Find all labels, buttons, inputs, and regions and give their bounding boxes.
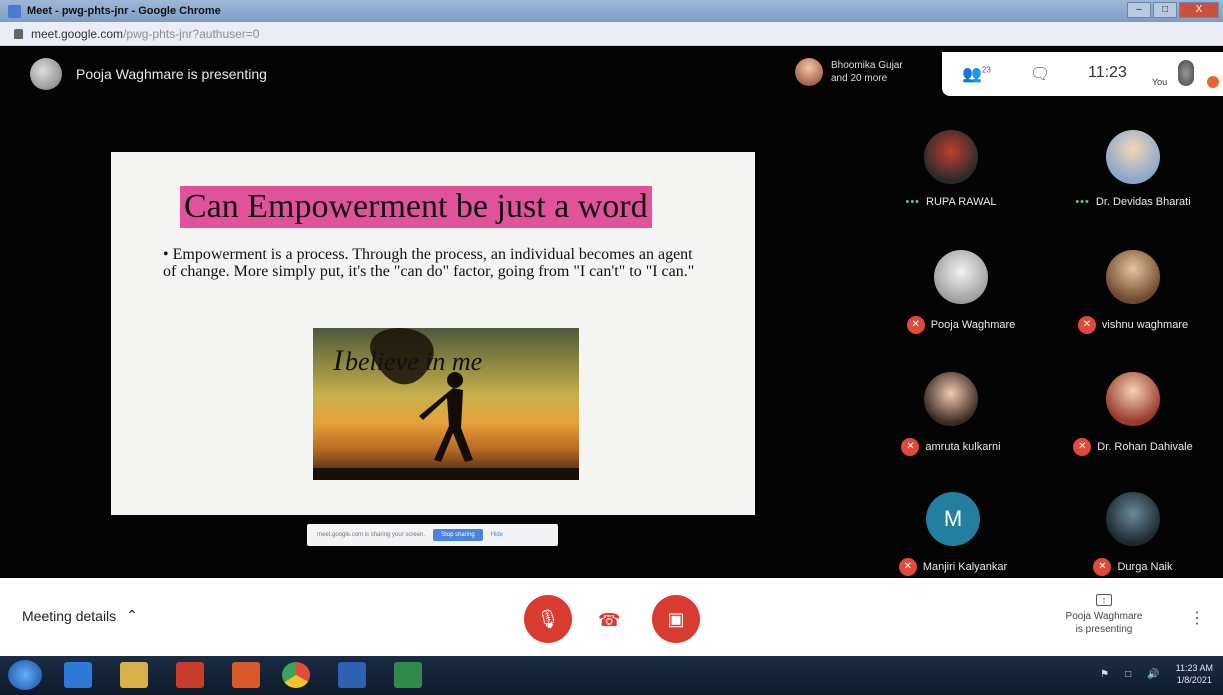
taskbar-clock[interactable]: 11:23 AM 1/8/2021	[1176, 662, 1213, 686]
camera-toggle-button[interactable]: ▣	[652, 595, 700, 643]
meeting-time: 11:23	[1088, 64, 1127, 81]
mic-off-icon: ✕	[898, 558, 917, 576]
phone-hangup-icon: ☎	[598, 610, 621, 630]
window-controls: – □ X	[1127, 2, 1219, 18]
presenting-status[interactable]: ↑ Pooja Waghmare is presenting	[1044, 594, 1164, 636]
top-right-panel: 👥23 🗨 11:23 You	[942, 52, 1223, 96]
slide-title: Can Empowerment be just a word	[180, 186, 652, 228]
word-icon[interactable]	[338, 662, 366, 688]
meeting-details-button[interactable]: Meeting details ⌃	[22, 607, 138, 624]
close-window-button[interactable]: X	[1179, 2, 1219, 18]
windows-taskbar: ⚑ □ 🔊 11:23 AM 1/8/2021	[0, 656, 1223, 695]
participant-name: Pooja Waghmare	[930, 319, 1016, 331]
volume-icon[interactable]: 🔊	[1147, 669, 1159, 680]
mic-off-icon: ✕	[906, 316, 925, 334]
maximize-button[interactable]: □	[1153, 2, 1177, 18]
powerpoint-icon[interactable]	[232, 662, 260, 688]
participant-name: vishnu waghmare	[1101, 319, 1189, 331]
you-label: You	[1152, 77, 1168, 87]
screen-share-bar: meet.google.com is sharing your screen. …	[307, 524, 558, 546]
window-title: Meet - pwg-phts-jnr - Google Chrome	[27, 5, 221, 17]
hide-share-bar-button[interactable]: Hide	[491, 532, 503, 538]
participant-name: Durga Naik	[1117, 561, 1173, 573]
internet-explorer-icon[interactable]	[64, 662, 92, 688]
chat-icon[interactable]: 🗨	[1030, 64, 1050, 84]
lock-icon	[14, 28, 23, 39]
start-button-icon[interactable]	[8, 660, 42, 690]
participant-initial-avatar: M	[926, 492, 980, 546]
participant-tile[interactable]: ✕ amruta kulkarni	[876, 372, 1026, 456]
participant-avatar	[924, 372, 978, 426]
excel-icon[interactable]	[394, 662, 422, 688]
self-view-thumbnail[interactable]	[1178, 60, 1194, 86]
minimize-button[interactable]: –	[1127, 2, 1151, 18]
participant-tile[interactable]: M ✕ Manjiri Kalyankar	[878, 492, 1028, 576]
notification-badge	[1207, 76, 1219, 88]
slide-image-caption: Ibelieve in me	[333, 344, 483, 377]
participant-avatar	[1106, 492, 1160, 546]
screen: Meet - pwg-phts-jnr - Google Chrome – □ …	[0, 0, 1223, 695]
participant-avatar	[1106, 250, 1160, 304]
leave-call-button[interactable]: ☎	[598, 610, 620, 631]
presenter-banner: Pooja Waghmare is presenting	[30, 58, 267, 90]
participant-name: Dr. Devidas Bharati	[1095, 196, 1191, 208]
browser-titlebar: Meet - pwg-phts-jnr - Google Chrome – □ …	[0, 0, 1223, 22]
acrobat-icon[interactable]	[176, 662, 204, 688]
participant-avatar	[1106, 372, 1160, 426]
microphone-toggle-button[interactable]: 🎙	[524, 595, 572, 643]
mic-off-icon: ✕	[1073, 438, 1092, 456]
participant-name: RUPA RAWAL	[926, 196, 997, 208]
participant-tile[interactable]: ••• RUPA RAWAL	[876, 130, 1026, 208]
stop-sharing-button[interactable]: Stop sharing	[433, 529, 483, 541]
speaking-indicator-icon: •••	[1075, 196, 1090, 208]
flag-icon[interactable]: ⚑	[1100, 669, 1109, 680]
participant-avatar	[1106, 130, 1160, 184]
network-icon[interactable]: □	[1125, 669, 1131, 680]
presenter-avatar	[30, 58, 62, 90]
participant-tile[interactable]: ✕ Dr. Rohan Dahivale	[1058, 372, 1208, 456]
others-summary-text: Bhoomika Gujar and 20 more	[831, 60, 903, 84]
participant-tile[interactable]: ✕ vishnu waghmare	[1058, 250, 1208, 334]
mic-off-icon: ✕	[1077, 316, 1096, 334]
chevron-up-icon: ⌃	[126, 607, 138, 623]
more-options-icon[interactable]: ⋮	[1189, 608, 1205, 628]
participant-name: amruta kulkarni	[925, 441, 1001, 453]
participant-tile[interactable]: ✕ Durga Naik	[1058, 492, 1208, 576]
call-controls-bar: Meeting details ⌃ 🎙 ☎ ▣ ↑ Pooja Waghmare…	[0, 578, 1223, 656]
participant-avatar	[924, 130, 978, 184]
mic-off-icon: ✕	[1093, 558, 1112, 576]
presenter-banner-text: Pooja Waghmare is presenting	[76, 66, 267, 82]
participant-tile[interactable]: ✕ Pooja Waghmare	[886, 250, 1036, 334]
chrome-icon[interactable]	[282, 662, 310, 688]
shared-slide: Can Empowerment be just a word • Empower…	[111, 152, 755, 515]
file-explorer-icon[interactable]	[120, 662, 148, 688]
speaking-indicator-icon: •••	[905, 196, 921, 208]
others-avatar	[795, 58, 823, 86]
mic-off-icon: ✕	[901, 438, 920, 456]
participant-tile[interactable]: ••• Dr. Devidas Bharati	[1058, 130, 1208, 208]
camera-off-icon: ▣	[667, 609, 685, 629]
others-summary[interactable]: Bhoomika Gujar and 20 more	[795, 58, 903, 86]
present-screen-icon: ↑	[1096, 594, 1112, 606]
participant-name: Manjiri Kalyankar	[922, 561, 1008, 573]
slide-image: Ibelieve in me	[313, 328, 579, 480]
slide-bullet: • Empowerment is a process. Through the …	[163, 246, 695, 280]
meeting-stage: Pooja Waghmare is presenting Bhoomika Gu…	[0, 46, 1223, 578]
presenting-line-1: Pooja Waghmare	[1065, 611, 1143, 622]
meeting-details-label: Meeting details	[22, 607, 117, 624]
system-tray: ⚑ □ 🔊 11:23 AM 1/8/2021	[1100, 662, 1213, 686]
mic-off-icon: 🎙	[536, 609, 560, 629]
participant-name: Dr. Rohan Dahivale	[1097, 441, 1193, 453]
address-bar[interactable]: meet.google.com/pwg-phts-jnr?authuser=0	[0, 22, 1223, 46]
url-text[interactable]: meet.google.com/pwg-phts-jnr?authuser=0	[31, 27, 259, 41]
meet-favicon-icon	[8, 4, 21, 18]
participant-avatar	[934, 250, 988, 304]
share-message: meet.google.com is sharing your screen.	[317, 532, 426, 538]
presenting-line-2: is presenting	[1075, 624, 1133, 635]
people-icon[interactable]: 👥23	[962, 64, 991, 84]
